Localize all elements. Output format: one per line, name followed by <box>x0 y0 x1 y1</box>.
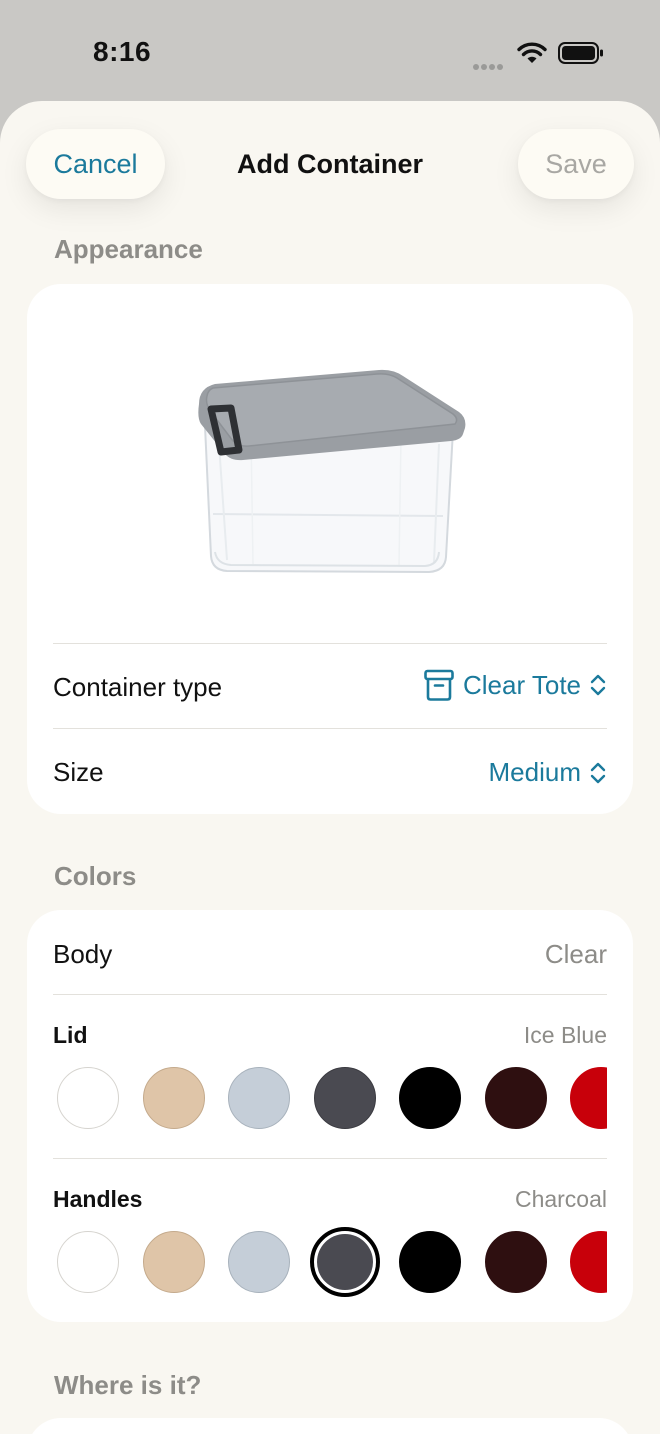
lid-color-label: Lid <box>53 1022 88 1048</box>
chevron-up-down-icon <box>590 674 606 696</box>
location-section-header: Where is it? <box>54 1370 202 1400</box>
handles-swatch-red[interactable] <box>570 1231 607 1293</box>
divider <box>53 1158 607 1159</box>
handles-color-swatches <box>57 1227 607 1297</box>
appearance-section-header: Appearance <box>54 234 203 264</box>
lid-swatch-dark-brown[interactable] <box>484 1067 547 1129</box>
appearance-card: Container type Clear Tote Size Medium <box>27 284 633 814</box>
body-color-value: Clear <box>544 939 607 969</box>
lid-swatch-charcoal[interactable] <box>313 1067 376 1129</box>
lid-swatch-black[interactable] <box>399 1067 461 1129</box>
wifi-icon <box>517 42 547 63</box>
add-container-sheet: Cancel Add Container Save Appearance Con… <box>0 101 660 1434</box>
status-bar: 8:16 <box>0 0 660 100</box>
container-type-picker[interactable]: Clear Tote <box>423 668 607 702</box>
colors-section-header: Colors <box>54 861 137 891</box>
handles-swatch-black[interactable] <box>399 1231 461 1293</box>
handles-color-value: Charcoal <box>514 1186 607 1212</box>
container-type-value: Clear Tote <box>462 669 581 700</box>
body-color-label: Body <box>53 939 113 969</box>
handles-color-label: Handles <box>53 1186 143 1212</box>
size-picker[interactable]: Medium <box>489 757 607 788</box>
colors-card: Body Clear Lid Ice Blue Handles Charcoal <box>27 910 633 1322</box>
handles-swatch-dark-brown[interactable] <box>484 1231 547 1293</box>
lid-color-value: Ice Blue <box>523 1022 607 1048</box>
container-preview-image <box>198 369 466 574</box>
lid-swatch-beige[interactable] <box>142 1067 205 1129</box>
battery-icon <box>558 42 603 64</box>
divider <box>53 643 607 644</box>
size-label: Size <box>53 757 104 787</box>
lid-color-swatches <box>57 1063 607 1133</box>
cellular-signal-icon <box>473 57 507 70</box>
lid-swatch-white[interactable] <box>57 1067 119 1129</box>
location-card <box>27 1418 633 1434</box>
divider <box>53 994 607 995</box>
archive-box-icon <box>424 669 454 701</box>
save-button[interactable]: Save <box>518 129 634 199</box>
divider <box>53 728 607 729</box>
handles-swatch-charcoal[interactable] <box>309 1227 380 1297</box>
handles-swatch-white[interactable] <box>57 1231 119 1293</box>
lid-swatch-red[interactable] <box>570 1067 607 1129</box>
container-type-label: Container type <box>53 672 223 702</box>
handles-swatch-beige[interactable] <box>142 1231 205 1293</box>
status-time: 8:16 <box>93 36 152 67</box>
lid-swatch-ice-blue[interactable] <box>228 1067 290 1129</box>
handles-swatch-ice-blue[interactable] <box>228 1231 290 1293</box>
chevron-up-down-icon <box>590 762 606 783</box>
size-value: Medium <box>488 757 581 787</box>
